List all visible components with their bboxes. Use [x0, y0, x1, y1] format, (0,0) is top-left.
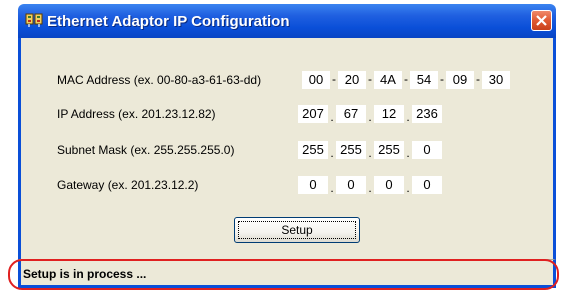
ip-separator: . — [368, 110, 372, 124]
setup-button-label: Setup — [281, 223, 313, 237]
gateway-separator: . — [330, 181, 334, 195]
ip-address-label: IP Address (ex. 201.23.12.82) — [57, 107, 216, 121]
config-window: Ethernet Adaptor IP Configuration MAC Ad… — [18, 4, 556, 291]
mac-separator: - — [368, 72, 372, 86]
mac-octet-2[interactable]: 20 — [338, 71, 366, 89]
subnet-octet-2[interactable]: 255 — [336, 141, 366, 159]
close-button[interactable] — [531, 10, 552, 31]
mac-separator: - — [476, 72, 480, 86]
mac-address-label: MAC Address (ex. 00-80-a3-61-63-dd) — [57, 73, 262, 87]
form-area: MAC Address (ex. 00-80-a3-61-63-dd) 00 -… — [18, 38, 556, 259]
gateway-octet-3[interactable]: 0 — [374, 176, 404, 194]
mac-separator: - — [440, 72, 444, 86]
mac-octet-4[interactable]: 54 — [410, 71, 438, 89]
status-text: Setup is in process ... — [23, 267, 147, 281]
close-icon — [536, 15, 547, 26]
mac-separator: - — [404, 72, 408, 86]
subnet-octet-3[interactable]: 255 — [374, 141, 404, 159]
ip-separator: . — [330, 110, 334, 124]
mac-octet-1[interactable]: 00 — [302, 71, 330, 89]
gateway-label: Gateway (ex. 201.23.12.2) — [57, 178, 199, 192]
subnet-octet-1[interactable]: 255 — [298, 141, 328, 159]
title-bar[interactable]: Ethernet Adaptor IP Configuration — [18, 4, 556, 38]
network-adapter-icon — [25, 13, 43, 27]
ip-octet-2[interactable]: 67 — [336, 105, 366, 123]
window-title: Ethernet Adaptor IP Configuration — [47, 13, 290, 30]
status-bar: Setup is in process ... — [18, 259, 556, 288]
subnet-mask-label: Subnet Mask (ex. 255.255.255.0) — [57, 143, 235, 157]
gateway-octet-4[interactable]: 0 — [412, 176, 442, 194]
ip-octet-1[interactable]: 207 — [298, 105, 328, 123]
gateway-octet-2[interactable]: 0 — [336, 176, 366, 194]
gateway-separator: . — [406, 181, 410, 195]
mac-octet-5[interactable]: 09 — [446, 71, 474, 89]
ip-octet-4[interactable]: 236 — [412, 105, 442, 123]
gateway-separator: . — [368, 181, 372, 195]
ip-separator: . — [406, 110, 410, 124]
ip-octet-3[interactable]: 12 — [374, 105, 404, 123]
subnet-separator: . — [330, 146, 334, 160]
mac-octet-6[interactable]: 30 — [482, 71, 510, 89]
subnet-separator: . — [368, 146, 372, 160]
subnet-separator: . — [406, 146, 410, 160]
gateway-octet-1[interactable]: 0 — [298, 176, 328, 194]
setup-button[interactable]: Setup — [234, 217, 360, 243]
mac-octet-3[interactable]: 4A — [374, 71, 402, 89]
subnet-octet-4[interactable]: 0 — [412, 141, 442, 159]
mac-separator: - — [332, 72, 336, 86]
